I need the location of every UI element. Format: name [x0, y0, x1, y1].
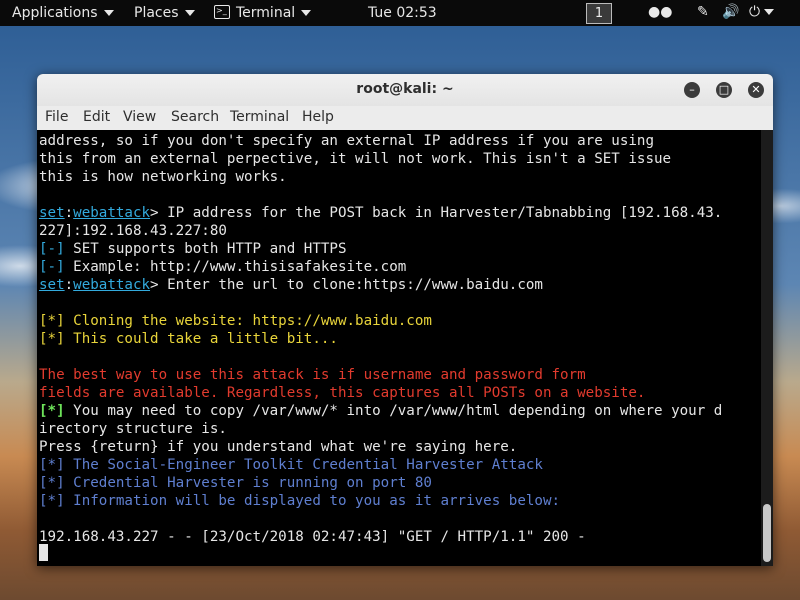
terminal-line: fields are available. Regardless, this c… — [39, 384, 645, 402]
terminal-text: [*] Credential Harvester is running on p… — [39, 475, 432, 491]
terminal-line: [*] You may need to copy /var/www/* into… — [39, 402, 722, 420]
terminal-text: set — [39, 277, 65, 293]
menubar: File Edit View Search Terminal Help — [37, 106, 773, 131]
terminal-line: [*] Credential Harvester is running on p… — [39, 474, 432, 492]
terminal-app-label: Terminal — [236, 5, 296, 21]
power-icon[interactable]: ⏻ — [749, 4, 775, 20]
network-icon[interactable]: ✎ — [697, 4, 709, 20]
terminal-text: this is how networking works. — [39, 169, 287, 185]
terminal-text: : — [64, 205, 74, 221]
terminal-line: [*] The Social-Engineer Toolkit Credenti… — [39, 456, 543, 474]
terminal-line: set:webattack> IP address for the POST b… — [39, 204, 722, 222]
window-titlebar[interactable]: root@kali: ~ – □ ✕ — [37, 74, 773, 107]
chevron-down-icon — [184, 10, 195, 16]
terminal-text: set — [39, 205, 65, 221]
terminal-line: set:webattack> Enter the url to clone:ht… — [39, 276, 543, 294]
terminal-line: 227]:192.168.43.227:80 — [39, 222, 227, 240]
menu-help[interactable]: Help — [302, 109, 334, 125]
terminal-text: [*] Information will be displayed to you… — [39, 493, 561, 509]
terminal-line: irectory structure is. — [39, 420, 227, 438]
terminal-text: > IP address for the POST back in Harves… — [150, 205, 723, 221]
applications-label: Applications — [12, 5, 98, 21]
terminal-text: 192.168.43.227 - - [23/Oct/2018 02:47:43… — [39, 529, 586, 545]
terminal-text: [*] — [39, 403, 65, 419]
volume-icon[interactable]: 🔊 — [722, 4, 739, 20]
terminal-text: webattack — [73, 205, 151, 221]
terminal-line: Press {return} if you understand what we… — [39, 438, 517, 456]
terminal-line: [*] This could take a little bit... — [39, 330, 338, 348]
chevron-down-icon — [103, 10, 114, 16]
text-cursor — [39, 544, 48, 561]
terminal-text: fields are available. Regardless, this c… — [39, 385, 646, 401]
terminal-window: root@kali: ~ – □ ✕ File Edit View Search… — [37, 74, 773, 566]
terminal-text: address, so if you don't specify an exte… — [39, 133, 654, 149]
menu-file[interactable]: File — [45, 109, 68, 125]
terminal-text: SET supports both HTTP and HTTPS — [64, 241, 347, 257]
chevron-down-icon — [764, 9, 775, 15]
applications-menu[interactable]: Applications — [12, 4, 114, 22]
menu-search[interactable]: Search — [171, 109, 219, 125]
terminal-output[interactable]: address, so if you don't specify an exte… — [37, 130, 761, 566]
terminal-text: The best way to use this attack is if us… — [39, 367, 586, 383]
workspace-indicator[interactable]: 1 — [586, 3, 612, 24]
terminal-text: webattack — [73, 277, 151, 293]
places-label: Places — [134, 5, 179, 21]
terminal-text: Press {return} if you understand what we… — [39, 439, 518, 455]
terminal-text: 227]:192.168.43.227:80 — [39, 223, 227, 239]
top-panel: Applications Places Terminal Tue 02:53 1… — [0, 0, 800, 26]
terminal-line: 192.168.43.227 - - [23/Oct/2018 02:47:43… — [39, 528, 586, 546]
terminal-line: this is how networking works. — [39, 168, 287, 186]
terminal-line: [-] SET supports both HTTP and HTTPS — [39, 240, 347, 258]
menu-view[interactable]: View — [123, 109, 156, 125]
terminal-text: [*] The Social-Engineer Toolkit Credenti… — [39, 457, 543, 473]
people-icon[interactable]: ●● — [648, 4, 672, 20]
chevron-down-icon — [301, 10, 312, 16]
terminal-text: Example: http://www.thisisafakesite.com — [64, 259, 407, 275]
terminal-text: You may need to copy /var/www/* into /va… — [64, 403, 723, 419]
terminal-text: [*] Cloning the website: https://www.bai… — [39, 313, 432, 329]
terminal-text: [-] — [39, 259, 65, 275]
maximize-button[interactable]: □ — [716, 82, 732, 98]
terminal-text: > Enter the url to clone:https://www.bai… — [150, 277, 543, 293]
terminal-line: this from an external perpective, it wil… — [39, 150, 671, 168]
menu-terminal[interactable]: Terminal — [230, 109, 289, 125]
window-title: root@kali: ~ — [356, 81, 454, 97]
terminal-icon — [214, 2, 230, 20]
terminal-line: [-] Example: http://www.thisisafakesite.… — [39, 258, 406, 276]
terminal-line: address, so if you don't specify an exte… — [39, 132, 654, 150]
terminal-text: this from an external perpective, it wil… — [39, 151, 672, 167]
terminal-text: [-] — [39, 241, 65, 257]
scrollbar[interactable] — [761, 130, 773, 566]
terminal-line: [*] Information will be displayed to you… — [39, 492, 560, 510]
close-button[interactable]: ✕ — [748, 82, 764, 98]
terminal-text: irectory structure is. — [39, 421, 227, 437]
scrollbar-thumb[interactable] — [763, 504, 771, 562]
terminal-app-menu[interactable]: Terminal — [214, 2, 312, 22]
terminal-line: The best way to use this attack is if us… — [39, 366, 586, 384]
terminal-text: : — [64, 277, 74, 293]
clock[interactable]: Tue 02:53 — [368, 4, 437, 22]
minimize-button[interactable]: – — [684, 82, 700, 98]
terminal-text: [*] This could take a little bit... — [39, 331, 338, 347]
terminal-line: [*] Cloning the website: https://www.bai… — [39, 312, 432, 330]
menu-edit[interactable]: Edit — [83, 109, 110, 125]
places-menu[interactable]: Places — [134, 4, 195, 22]
